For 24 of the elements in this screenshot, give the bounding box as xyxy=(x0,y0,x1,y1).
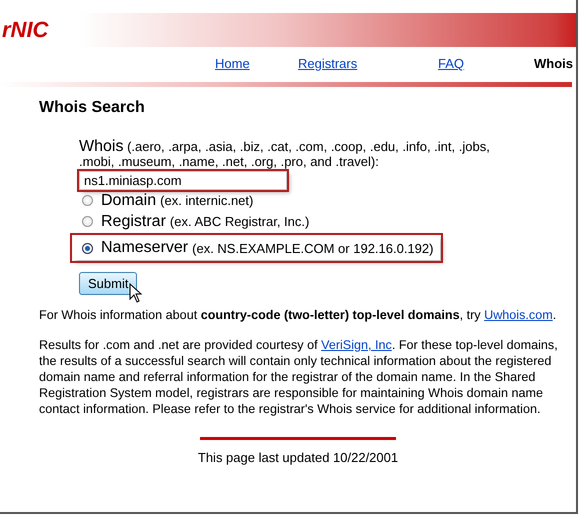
info-paragraph: Results for .com and .net are provided courtesy of VeriSign, Inc. For these top-level domains, the results of a successful search will contain only technical information about the registered domain name and referral information for the registrar of the domain name. In the Shared Registration System model, registrars are responsible for maintaining Whois domain name contact information. Please refer to the registrar's Whois service for additional information. xyxy=(39,337,559,417)
pointer-cursor-icon xyxy=(129,283,143,303)
option-label: Registrar xyxy=(101,212,166,230)
option-label: Nameserver xyxy=(101,239,188,257)
option-hint: (ex. ABC Registrar, Inc.) xyxy=(170,214,310,229)
last-updated-text: This page last updated 10/22/2001 xyxy=(196,450,400,465)
option-label: Domain xyxy=(101,192,156,210)
nav-link[interactable]: Home xyxy=(215,56,298,71)
field-label: Whois (.aero, .arpa, .asia, .biz, .cat, .com, .coop, .edu, .info, .int, .jobs, .mobi, .museum, .name, .net, .org, .pro, and .travel): xyxy=(79,139,491,169)
nav-link[interactable]: Whois xyxy=(534,56,573,71)
radio-button[interactable] xyxy=(82,216,93,227)
radio-button[interactable] xyxy=(82,195,93,206)
text-link[interactable]: VeriSign, Inc xyxy=(321,338,392,352)
nav-link[interactable]: Registrars xyxy=(298,56,438,71)
page-heading: Whois Search xyxy=(39,99,146,117)
text-link[interactable]: Uwhois.com xyxy=(484,308,553,322)
radio-button[interactable] xyxy=(82,242,93,254)
option-hint: (ex. internic.net) xyxy=(160,193,254,208)
whois-input-field[interactable]: ns1.miniasp.com xyxy=(79,171,287,190)
nav-link[interactable]: FAQ xyxy=(438,56,534,71)
submit-button[interactable]: Submit xyxy=(79,272,138,295)
option-hint: (ex. NS.EXAMPLE.COM or 192.16.0.192) xyxy=(192,240,434,256)
site-logo: rNIC xyxy=(2,17,50,43)
info-paragraph: For Whois information about country-code (two-letter) top-level domains, try Uwhois.com. xyxy=(39,307,558,323)
